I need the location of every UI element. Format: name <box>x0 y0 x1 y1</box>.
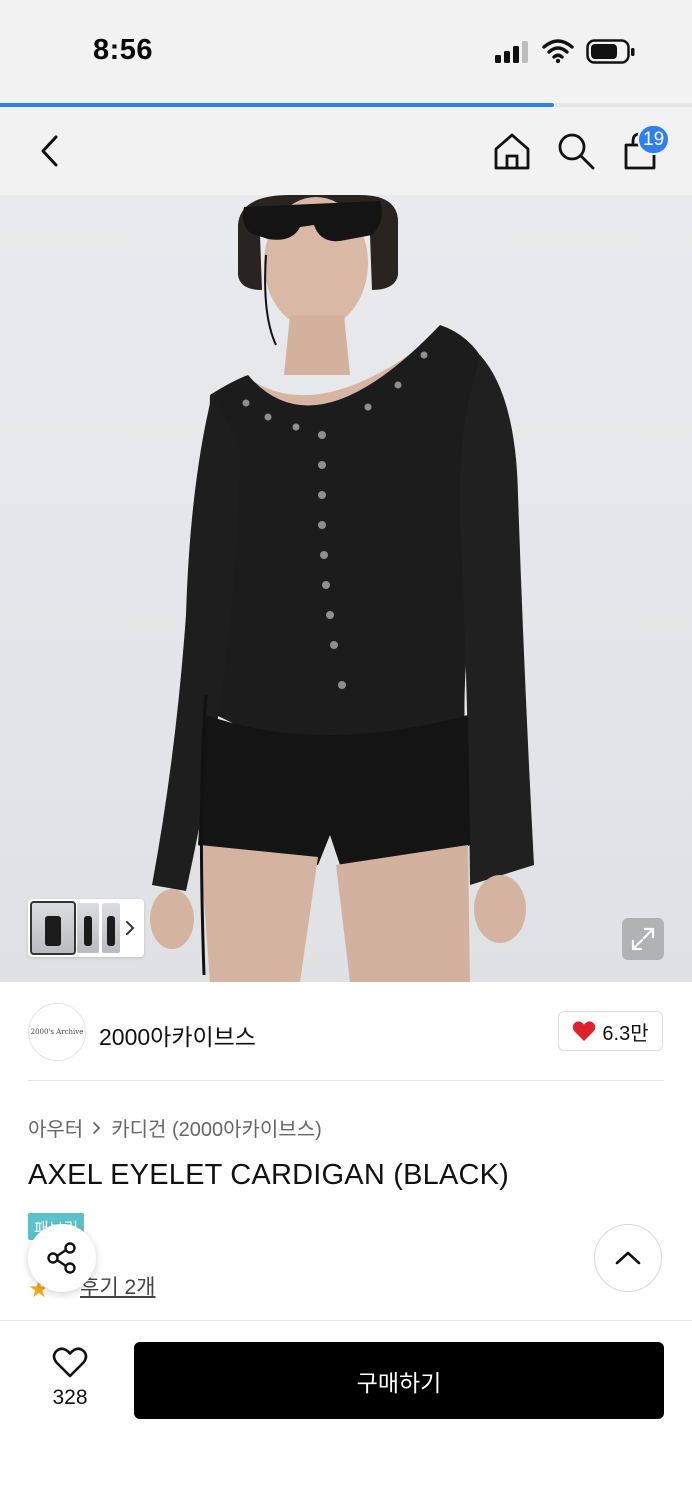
brand-logo[interactable]: 2000's Archive <box>28 1003 86 1061</box>
back-button[interactable] <box>26 127 74 175</box>
chevron-right-icon <box>126 921 135 935</box>
breadcrumb-category[interactable]: 아우터 <box>28 1113 83 1142</box>
scroll-top-button[interactable] <box>594 1224 662 1292</box>
chevron-up-icon <box>615 1251 641 1265</box>
chevron-left-icon <box>41 135 58 167</box>
search-button[interactable] <box>552 127 600 175</box>
status-bar: 8:56 <box>0 0 692 103</box>
thumbnail-strip[interactable] <box>28 899 144 957</box>
fullscreen-button[interactable] <box>622 918 664 960</box>
breadcrumb: 아우터 카디건 (2000아카이브스) <box>28 1113 322 1142</box>
wishlist-count: 328 <box>52 1386 88 1409</box>
heart-outline-icon <box>52 1347 88 1378</box>
review-link[interactable]: 후기 2개 <box>80 1271 155 1301</box>
wifi-icon <box>542 39 574 64</box>
home-button[interactable] <box>488 127 536 175</box>
thumbnail-3[interactable] <box>102 903 120 953</box>
signal-icon <box>495 41 528 63</box>
model-photo <box>150 195 534 982</box>
buy-button[interactable]: 구매하기 <box>134 1342 664 1419</box>
share-button[interactable] <box>28 1224 96 1292</box>
status-time: 8:56 <box>93 34 154 66</box>
thumbnail-1[interactable] <box>30 901 76 955</box>
chevron-right-icon <box>93 1121 101 1134</box>
battery-icon <box>586 39 635 64</box>
brand-like-count: 6.3만 <box>602 1022 649 1045</box>
home-icon <box>494 133 530 170</box>
wishlist-button[interactable] <box>50 1343 90 1383</box>
search-icon <box>558 133 595 170</box>
expand-icon <box>631 927 655 951</box>
product-image[interactable] <box>0 195 692 982</box>
breadcrumb-subcategory[interactable]: 카디건 (2000아카이브스) <box>111 1113 322 1142</box>
divider <box>28 1080 664 1081</box>
product-title: AXEL EYELET CARDIGAN (BLACK) <box>28 1159 510 1191</box>
cart-count-badge: 19 <box>637 124 671 155</box>
brand-like-button[interactable]: 6.3만 <box>558 1011 663 1051</box>
thumbnail-2[interactable] <box>77 903 99 953</box>
brand-name[interactable]: 2000아카이브스 <box>99 1018 256 1052</box>
heart-filled-icon <box>573 1021 596 1041</box>
share-icon <box>47 1242 76 1274</box>
top-nav <box>0 107 692 195</box>
